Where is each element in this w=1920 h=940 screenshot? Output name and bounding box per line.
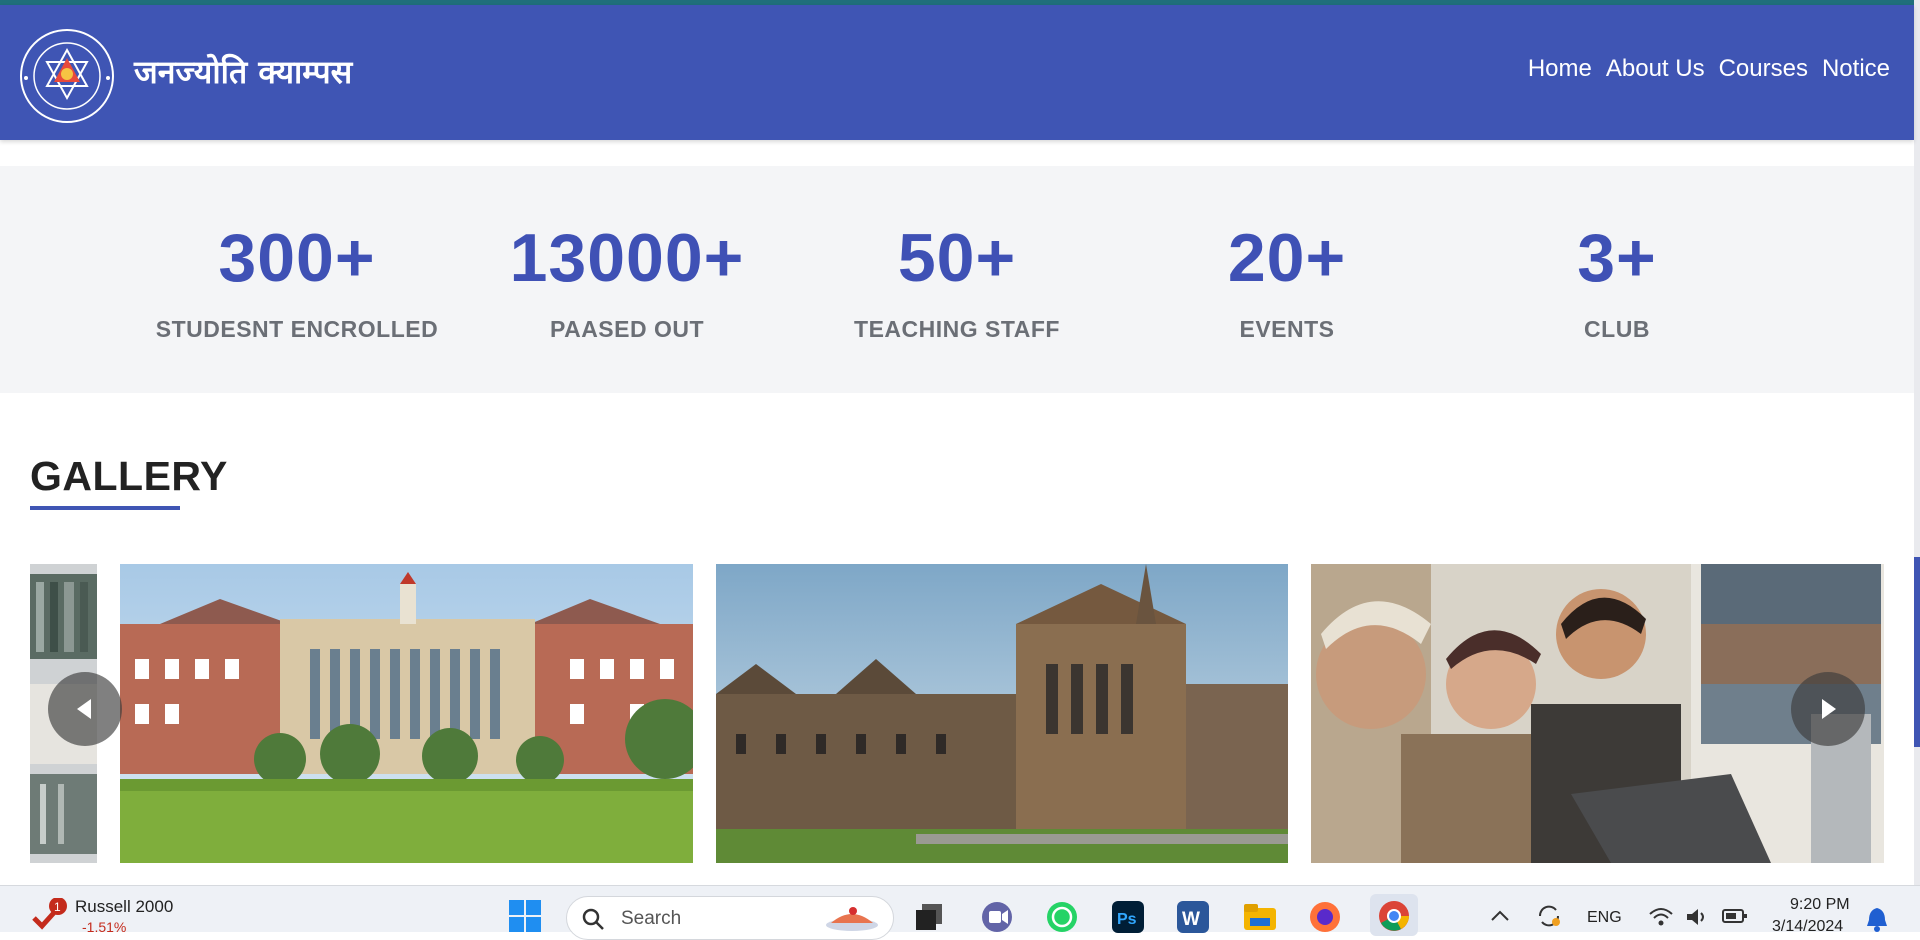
language-indicator[interactable]: ENG (1587, 909, 1622, 927)
teams-icon[interactable] (980, 900, 1014, 939)
wifi-icon[interactable] (1648, 906, 1674, 933)
chevron-left-icon (77, 699, 91, 719)
firefox-icon[interactable] (1308, 900, 1342, 939)
ticker-name[interactable]: Russell 2000 (75, 897, 173, 917)
windows-start-icon[interactable] (507, 898, 543, 939)
svg-text:Ps: Ps (1117, 911, 1137, 928)
stat-club: 3+ CLUB (1452, 224, 1782, 343)
gallery-prev-button[interactable] (48, 672, 122, 746)
stock-widget-icon[interactable]: 1 (30, 897, 68, 937)
main-nav: Home About Us Courses Notice (1528, 55, 1890, 83)
nav-notice-link[interactable]: Notice (1822, 55, 1890, 83)
stat-students: 300+ STUDESNT ENCROLLED (132, 224, 462, 343)
stat-value: 3+ (1577, 220, 1657, 296)
volume-icon[interactable] (1685, 906, 1711, 933)
search-highlight-pie-icon (826, 907, 878, 931)
stat-value: 300+ (218, 220, 376, 296)
sync-icon[interactable] (1535, 902, 1563, 935)
gallery-heading: GALLERY (30, 453, 228, 499)
svg-text:W: W (1182, 909, 1200, 930)
stat-passed-out: 13000+ PAASED OUT (462, 224, 792, 343)
stat-label: EVENTS (1239, 316, 1335, 342)
ticker-change: -1.51% (82, 919, 127, 935)
file-explorer-icon[interactable] (1242, 900, 1278, 939)
stat-label: TEACHING STAFF (854, 316, 1060, 342)
gallery-heading-underline (30, 506, 180, 510)
gallery-next-button[interactable] (1791, 672, 1865, 746)
task-view-icon[interactable] (914, 900, 946, 937)
stat-label: PAASED OUT (549, 316, 705, 342)
site-header: जनज्योति क्याम्पस Home About Us Courses … (0, 5, 1914, 140)
nav-about-link[interactable]: About Us (1606, 55, 1705, 83)
nav-courses-link[interactable]: Courses (1719, 55, 1808, 83)
chevron-right-icon (1822, 699, 1836, 719)
gallery-image-gothic-building[interactable] (716, 564, 1288, 863)
search-placeholder: Search (621, 908, 682, 929)
scrollbar-track[interactable] (1914, 0, 1920, 885)
photoshop-icon[interactable]: Ps (1111, 900, 1145, 939)
stats-section: 300+ STUDESNT ENCROLLED 13000+ PAASED OU… (0, 166, 1914, 393)
word-icon[interactable]: W (1176, 900, 1210, 939)
stat-label: CLUB (1584, 316, 1650, 342)
search-icon (582, 908, 604, 930)
nav-home-link[interactable]: Home (1528, 55, 1592, 83)
clock-date[interactable]: 3/14/2024 (1772, 918, 1843, 936)
taskbar-search-input[interactable]: Search (566, 896, 894, 940)
chevron-up-icon[interactable] (1490, 908, 1510, 927)
svg-text:1: 1 (54, 900, 61, 914)
notification-bell-icon[interactable] (1865, 906, 1889, 937)
clock-time[interactable]: 9:20 PM (1790, 896, 1850, 914)
gallery-image-brick-building[interactable] (120, 564, 693, 863)
whatsapp-icon[interactable] (1045, 900, 1079, 939)
stat-teaching-staff: 50+ TEACHING STAFF (792, 224, 1122, 343)
stat-events: 20+ EVENTS (1122, 224, 1452, 343)
campus-logo[interactable] (16, 28, 118, 124)
windows-taskbar: 1 Russell 2000 -1.51% Search Ps W ENG 9:… (0, 885, 1920, 940)
chrome-icon[interactable] (1370, 894, 1418, 936)
site-brand-title[interactable]: जनज्योति क्याम्पस (134, 50, 352, 93)
scrollbar-thumb[interactable] (1914, 557, 1920, 747)
stat-value: 50+ (897, 220, 1017, 296)
stat-value: 13000+ (509, 220, 745, 296)
stat-value: 20+ (1227, 220, 1347, 296)
battery-icon[interactable] (1722, 908, 1748, 929)
stat-label: STUDESNT ENCROLLED (155, 316, 439, 342)
